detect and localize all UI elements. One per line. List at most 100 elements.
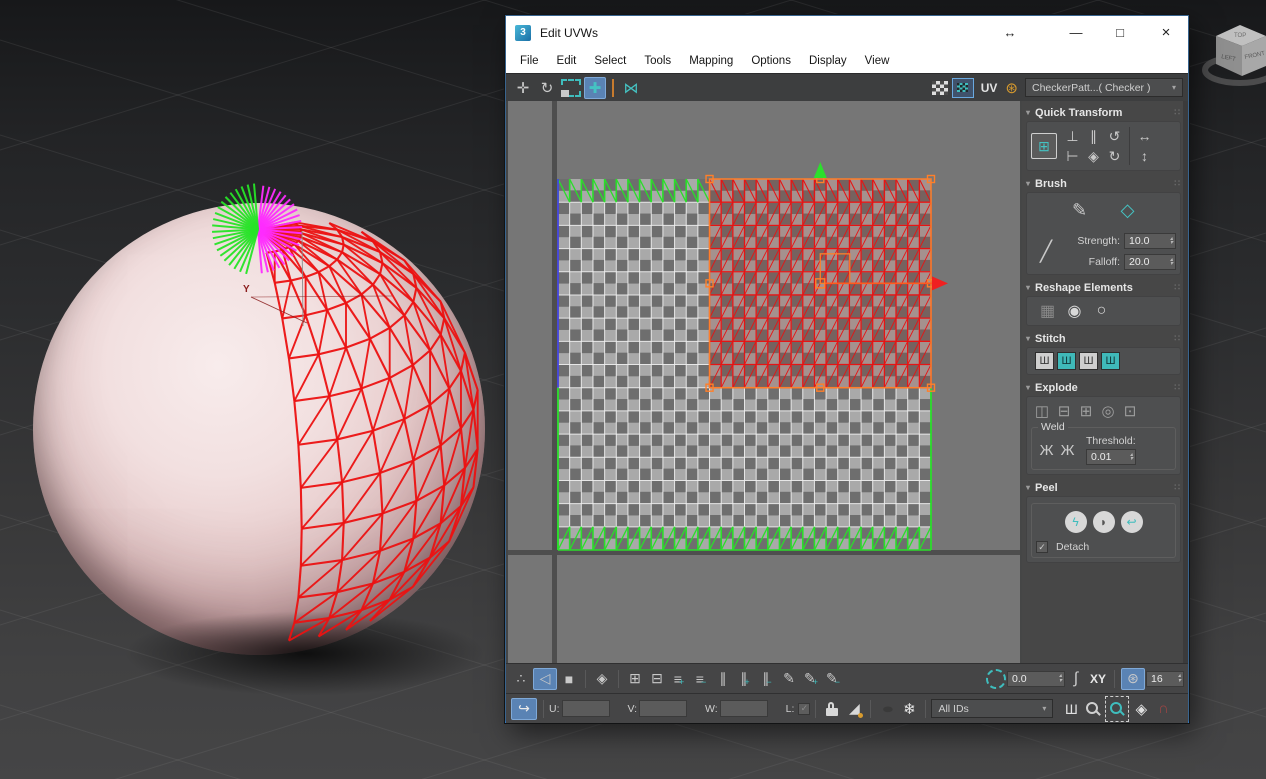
dock-toggle-button[interactable]: ↔ — [996, 19, 1024, 45]
v-input[interactable] — [639, 700, 688, 717]
menu-display[interactable]: Display — [800, 55, 856, 67]
grow-selection-icon[interactable]: ⊞ — [625, 668, 645, 690]
view-cube[interactable]: TOP LEFT FRONT — [1196, 6, 1266, 114]
flatten-by-material-id-icon[interactable]: ◎ — [1097, 401, 1119, 421]
move-tool-icon[interactable]: ✛ — [512, 77, 534, 99]
quick-transform-header[interactable]: ▾ Quick Transform ∷ — [1026, 104, 1181, 121]
zoom-icon[interactable] — [1083, 698, 1103, 720]
detach-checkbox[interactable]: ✓ — [1036, 541, 1048, 553]
vertex-mode-icon[interactable]: ∴ — [511, 668, 531, 690]
rotate-ccw-icon[interactable]: ↺ — [1104, 126, 1125, 146]
maximize-button[interactable]: □ — [1106, 19, 1134, 45]
peel-mode-icon[interactable]: ◗ — [1092, 511, 1115, 533]
lock-selection-icon[interactable] — [822, 698, 842, 720]
menu-select[interactable]: Select — [585, 55, 635, 67]
menu-file[interactable]: File — [511, 55, 548, 67]
w-input[interactable] — [719, 700, 768, 717]
menu-edit[interactable]: Edit — [548, 55, 586, 67]
edge-distance-spinner[interactable]: 16 ▴ ▾ — [1146, 670, 1184, 687]
u-input[interactable] — [561, 700, 610, 717]
soft-selection-falloff-spinner[interactable]: 0.0 ▴ ▾ — [1007, 670, 1065, 687]
minimize-button[interactable]: — — [1062, 19, 1090, 45]
zoom-extents-icon[interactable]: ◈ — [1131, 698, 1151, 720]
shrink-selection-icon[interactable]: ⊟ — [647, 668, 667, 690]
close-button[interactable]: × — [1152, 19, 1180, 45]
material-id-dropdown[interactable]: All IDs ▾ — [931, 699, 1054, 718]
hide-icon[interactable]: ● — [877, 698, 897, 720]
relax-until-flat-icon[interactable]: ◉ — [1064, 301, 1085, 321]
relax-icon[interactable]: ○ — [1091, 301, 1112, 321]
menu-tools[interactable]: Tools — [635, 55, 680, 67]
scale-tool-icon[interactable] — [560, 77, 582, 99]
sphere-object[interactable] — [33, 203, 485, 655]
freeze-icon[interactable]: ❄ — [899, 698, 919, 720]
ring-grow-icon[interactable]: ∥ + — [735, 668, 755, 690]
ring-icon[interactable]: ∥ — [713, 668, 733, 690]
move-brush-icon[interactable]: ✎ — [1065, 197, 1095, 223]
loop-shrink-icon[interactable]: ≡ − — [691, 668, 711, 690]
break-icon[interactable]: ◫ — [1031, 401, 1053, 421]
stitch-to-target-icon[interactable]: Ш — [1101, 352, 1120, 370]
view-cube-top-face[interactable] — [1216, 25, 1266, 46]
edge-distance-icon[interactable]: ⊛ — [1121, 667, 1145, 690]
rotate-cw-icon[interactable]: ↻ — [1104, 146, 1125, 166]
explode-header[interactable]: ▾ Explode ∷ — [1026, 379, 1181, 396]
pan-hand-icon[interactable]: Ш — [1061, 698, 1081, 720]
align-to-edge-icon[interactable]: ⊢ — [1062, 146, 1083, 166]
reshape-elements-header[interactable]: ▾ Reshape Elements ∷ — [1026, 279, 1181, 296]
loop-grow-icon[interactable]: ≡ + — [669, 668, 689, 690]
show-map-toggle-icon[interactable] — [951, 77, 974, 98]
falloff-spinner[interactable]: 20.0 ▴ ▾ — [1124, 254, 1176, 270]
stitch-to-edge-icon[interactable]: Ш — [1079, 352, 1098, 370]
uv-editor-canvas[interactable] — [508, 101, 1020, 663]
quick-peel-icon[interactable]: ϟ — [1064, 511, 1087, 533]
paint-select-shrink-icon[interactable]: ✎ − — [823, 668, 843, 690]
weld-all-icon[interactable]: Ж — [1057, 440, 1078, 460]
strength-spinner[interactable]: 10.0 ▴ ▾ — [1124, 233, 1176, 249]
space-vertical-icon[interactable]: ↕ — [1134, 146, 1155, 166]
texture-selector-dropdown[interactable]: CheckerPatt...( Checker ) ▾ — [1025, 78, 1183, 97]
edge-mode-icon[interactable]: ◁ — [533, 667, 557, 690]
pack-uvs-icon[interactable]: ◈ — [1083, 146, 1104, 166]
stitch-custom-icon[interactable]: Ш — [1035, 352, 1054, 370]
flatten-by-polygon-angle-icon[interactable]: ⊞ — [1075, 401, 1097, 421]
falloff-curve-icon[interactable]: ∫ — [1066, 668, 1086, 690]
align-vertical-icon[interactable]: ∥ — [1083, 126, 1104, 146]
threshold-spinner[interactable]: 0.01 ▴ ▾ — [1086, 449, 1136, 465]
flatten-by-smoothing-group-icon[interactable]: ⊟ — [1053, 401, 1075, 421]
peel-header[interactable]: ▾ Peel ∷ — [1026, 479, 1181, 496]
checker-pattern-icon[interactable] — [931, 80, 948, 95]
polygon-mode-icon[interactable]: ■ — [559, 668, 579, 690]
stitch-header[interactable]: ▾ Stitch ∷ — [1026, 330, 1181, 347]
title-bar[interactable]: 3 Edit UVWs ↔ — □ × — [506, 16, 1188, 49]
ring-shrink-icon[interactable]: ∥ − — [757, 668, 777, 690]
xy-space-button[interactable]: XY — [1088, 668, 1108, 690]
freeform-mode-button[interactable]: ⊞ — [1031, 133, 1057, 159]
space-horizontal-icon[interactable]: ↔ — [1134, 126, 1155, 146]
flatten-custom-icon[interactable]: ⊡ — [1119, 401, 1141, 421]
align-horizontal-icon[interactable]: ⊥ — [1062, 126, 1083, 146]
zoom-region-icon[interactable] — [1105, 695, 1130, 722]
element-mode-icon[interactable]: ◈ — [592, 668, 612, 690]
view-cube-left-face[interactable] — [1216, 36, 1242, 76]
panel-scroll-strip[interactable] — [1183, 101, 1188, 663]
lock-aspect-checkbox[interactable]: ✓ — [798, 702, 811, 715]
reset-peel-icon[interactable]: ↩ — [1120, 511, 1143, 533]
soft-selection-icon[interactable] — [986, 668, 1006, 690]
filter-selected-faces-icon[interactable]: ◢ — [844, 698, 864, 720]
weld-selected-icon[interactable]: Ж — [1036, 440, 1057, 460]
snap-magnet-icon[interactable]: ∩ — [1153, 698, 1173, 720]
menu-mapping[interactable]: Mapping — [680, 55, 742, 67]
paint-select-grow-icon[interactable]: ✎ + — [801, 668, 821, 690]
stitch-to-source-icon[interactable]: Ш — [1057, 352, 1076, 370]
mirror-tool-icon[interactable]: ⋈ — [620, 77, 642, 99]
straighten-selection-icon[interactable]: ▦ — [1037, 301, 1058, 321]
menu-options[interactable]: Options — [742, 55, 800, 67]
relax-brush-icon[interactable]: ◇ — [1113, 197, 1143, 223]
map-options-gear-icon[interactable]: ⊛ — [1005, 79, 1018, 97]
paint-select-icon[interactable]: ✎ — [779, 668, 799, 690]
brush-falloff-type-icon[interactable]: ╱ — [1031, 239, 1061, 265]
menu-view[interactable]: View — [856, 55, 899, 67]
view-cube-ring[interactable] — [1202, 54, 1266, 86]
freeform-gizmo-icon[interactable]: ✚ — [584, 76, 606, 99]
